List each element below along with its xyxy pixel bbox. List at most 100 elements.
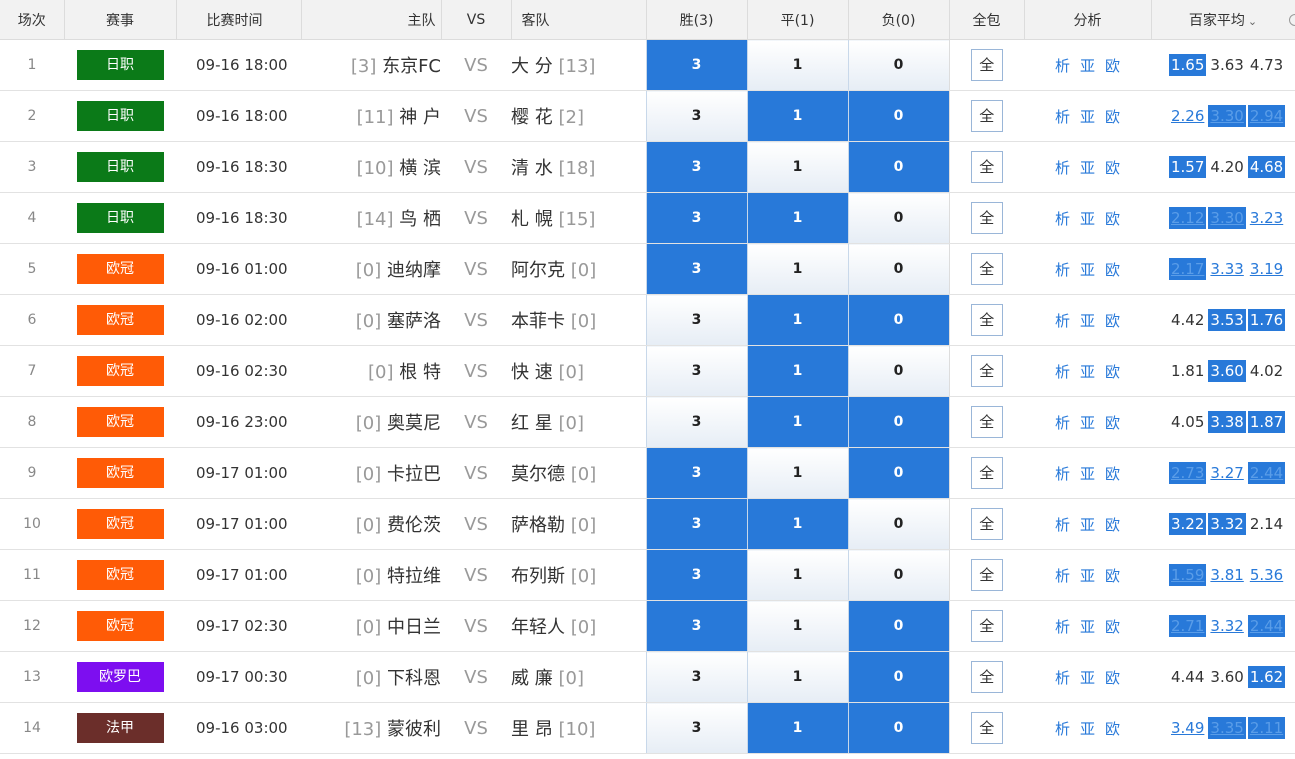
home-team[interactable]: 神 户 bbox=[399, 107, 441, 128]
away-team[interactable]: 里 昂 bbox=[511, 719, 553, 740]
euro-odds-link[interactable]: 欧 bbox=[1105, 159, 1120, 177]
away-team[interactable]: 札 幌 bbox=[511, 209, 553, 230]
league-badge[interactable]: 日职 bbox=[76, 203, 164, 233]
euro-odds-link[interactable]: 欧 bbox=[1105, 57, 1120, 75]
asian-odds-link[interactable]: 亚 bbox=[1080, 465, 1095, 483]
analysis-link[interactable]: 析 bbox=[1055, 516, 1070, 534]
draw-option[interactable]: 1 bbox=[746, 549, 848, 601]
odds-value[interactable]: 2.73 bbox=[1169, 462, 1207, 484]
select-all-button[interactable]: 全 bbox=[970, 661, 1003, 693]
lose-option[interactable]: 0 bbox=[847, 549, 949, 601]
draw-option[interactable]: 1 bbox=[746, 396, 848, 448]
lose-option[interactable]: 0 bbox=[847, 90, 949, 142]
home-team[interactable]: 下科恩 bbox=[387, 668, 441, 689]
draw-option[interactable]: 1 bbox=[746, 243, 848, 295]
euro-odds-link[interactable]: 欧 bbox=[1105, 720, 1120, 738]
odds-value[interactable]: 3.19 bbox=[1248, 258, 1285, 280]
league-badge[interactable]: 欧冠 bbox=[76, 407, 164, 437]
odds-value[interactable]: 3.32 bbox=[1208, 615, 1245, 637]
win-option[interactable]: 3 bbox=[645, 651, 747, 703]
analysis-link[interactable]: 析 bbox=[1055, 618, 1070, 636]
odds-value[interactable]: 2.71 bbox=[1169, 615, 1207, 637]
select-all-button[interactable]: 全 bbox=[970, 457, 1003, 489]
league-badge[interactable]: 欧冠 bbox=[76, 356, 164, 386]
analysis-link[interactable]: 析 bbox=[1055, 159, 1070, 177]
league-badge[interactable]: 日职 bbox=[76, 50, 164, 80]
odds-value[interactable]: 3.35 bbox=[1208, 717, 1246, 739]
analysis-link[interactable]: 析 bbox=[1055, 363, 1070, 381]
asian-odds-link[interactable]: 亚 bbox=[1080, 210, 1095, 228]
analysis-link[interactable]: 析 bbox=[1055, 414, 1070, 432]
win-option[interactable]: 3 bbox=[645, 243, 747, 295]
lose-option[interactable]: 0 bbox=[847, 702, 949, 754]
euro-odds-link[interactable]: 欧 bbox=[1105, 516, 1120, 534]
lose-option[interactable]: 0 bbox=[847, 447, 949, 499]
away-team[interactable]: 樱 花 bbox=[511, 107, 553, 128]
league-badge[interactable]: 欧冠 bbox=[76, 509, 164, 539]
analysis-link[interactable]: 析 bbox=[1055, 57, 1070, 75]
analysis-link[interactable]: 析 bbox=[1055, 210, 1070, 228]
odds-value[interactable]: 3.49 bbox=[1169, 717, 1206, 739]
win-option[interactable]: 3 bbox=[645, 600, 747, 652]
select-all-button[interactable]: 全 bbox=[970, 202, 1003, 234]
euro-odds-link[interactable]: 欧 bbox=[1105, 261, 1120, 279]
asian-odds-link[interactable]: 亚 bbox=[1080, 363, 1095, 381]
euro-odds-link[interactable]: 欧 bbox=[1105, 210, 1120, 228]
asian-odds-link[interactable]: 亚 bbox=[1080, 720, 1095, 738]
odds-value[interactable]: 2.94 bbox=[1247, 105, 1286, 127]
away-team[interactable]: 快 速 bbox=[511, 362, 553, 383]
asian-odds-link[interactable]: 亚 bbox=[1080, 516, 1095, 534]
asian-odds-link[interactable]: 亚 bbox=[1080, 669, 1095, 687]
home-team[interactable]: 迪纳摩 bbox=[387, 260, 441, 281]
home-team[interactable]: 鸟 栖 bbox=[399, 209, 441, 230]
league-badge[interactable]: 欧罗巴 bbox=[76, 662, 164, 692]
euro-odds-link[interactable]: 欧 bbox=[1105, 567, 1120, 585]
euro-odds-link[interactable]: 欧 bbox=[1105, 108, 1120, 126]
league-badge[interactable]: 日职 bbox=[76, 101, 164, 131]
away-team[interactable]: 萨格勒 bbox=[511, 515, 565, 536]
analysis-link[interactable]: 析 bbox=[1055, 669, 1070, 687]
draw-option[interactable]: 1 bbox=[746, 447, 848, 499]
euro-odds-link[interactable]: 欧 bbox=[1105, 669, 1120, 687]
lose-option[interactable]: 0 bbox=[847, 294, 949, 346]
draw-option[interactable]: 1 bbox=[746, 651, 848, 703]
win-option[interactable]: 3 bbox=[645, 141, 747, 193]
asian-odds-link[interactable]: 亚 bbox=[1080, 414, 1095, 432]
home-team[interactable]: 横 滨 bbox=[399, 158, 441, 179]
lose-option[interactable]: 0 bbox=[847, 192, 949, 244]
odds-value[interactable]: 2.12 bbox=[1169, 207, 1207, 229]
lose-option[interactable]: 0 bbox=[847, 243, 949, 295]
odds-value[interactable]: 3.23 bbox=[1248, 207, 1285, 229]
league-badge[interactable]: 欧冠 bbox=[76, 560, 164, 590]
away-team[interactable]: 红 星 bbox=[511, 413, 553, 434]
odds-value[interactable]: 2.44 bbox=[1247, 615, 1286, 637]
lose-option[interactable]: 0 bbox=[847, 651, 949, 703]
euro-odds-link[interactable]: 欧 bbox=[1105, 465, 1120, 483]
win-option[interactable]: 3 bbox=[645, 39, 747, 91]
win-option[interactable]: 3 bbox=[645, 702, 747, 754]
draw-option[interactable]: 1 bbox=[746, 192, 848, 244]
select-all-button[interactable]: 全 bbox=[970, 151, 1003, 183]
draw-option[interactable]: 1 bbox=[746, 600, 848, 652]
analysis-link[interactable]: 析 bbox=[1055, 465, 1070, 483]
home-team[interactable]: 奥莫尼 bbox=[387, 413, 441, 434]
lose-option[interactable]: 0 bbox=[847, 345, 949, 397]
asian-odds-link[interactable]: 亚 bbox=[1080, 261, 1095, 279]
select-all-button[interactable]: 全 bbox=[970, 508, 1003, 540]
draw-option[interactable]: 1 bbox=[746, 90, 848, 142]
home-team[interactable]: 费伦茨 bbox=[387, 515, 441, 536]
win-option[interactable]: 3 bbox=[645, 447, 747, 499]
odds-value[interactable]: 5.36 bbox=[1248, 564, 1285, 586]
win-option[interactable]: 3 bbox=[645, 192, 747, 244]
win-option[interactable]: 3 bbox=[645, 549, 747, 601]
select-all-button[interactable]: 全 bbox=[970, 610, 1003, 642]
draw-option[interactable]: 1 bbox=[746, 498, 848, 550]
select-all-button[interactable]: 全 bbox=[970, 49, 1003, 81]
home-team[interactable]: 蒙彼利 bbox=[387, 719, 441, 740]
odds-value[interactable]: 1.59 bbox=[1169, 564, 1207, 586]
home-team[interactable]: 塞萨洛 bbox=[387, 311, 441, 332]
win-option[interactable]: 3 bbox=[645, 345, 747, 397]
win-option[interactable]: 3 bbox=[645, 90, 747, 142]
select-all-button[interactable]: 全 bbox=[970, 712, 1003, 744]
lose-option[interactable]: 0 bbox=[847, 600, 949, 652]
